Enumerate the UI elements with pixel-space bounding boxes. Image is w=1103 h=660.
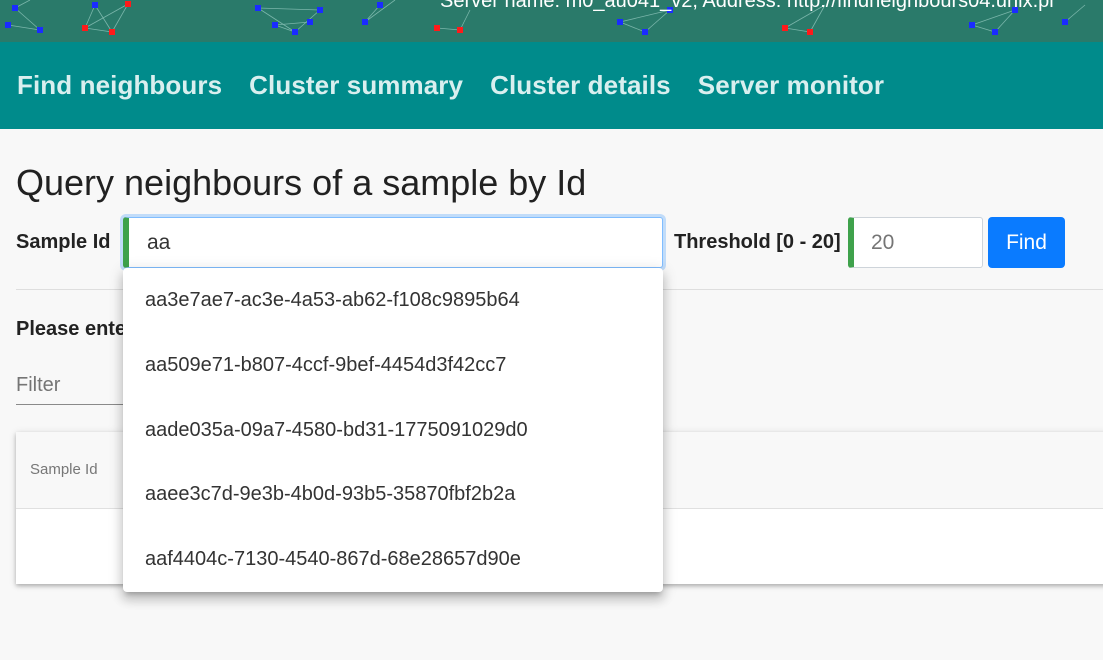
threshold-label: Threshold [0 - 20]	[674, 231, 841, 253]
instruction-text: Please ente	[16, 318, 126, 340]
nav-cluster-details[interactable]: Cluster details	[490, 70, 671, 101]
threshold-input[interactable]	[854, 218, 982, 267]
main-navbar: Find neighbours Cluster summary Cluster …	[0, 42, 1103, 129]
autocomplete-option[interactable]: aa509e71-b807-4ccf-9bef-4454d3f42cc7	[123, 333, 663, 398]
page-title: Query neighbours of a sample by Id	[16, 162, 587, 203]
filter-field[interactable]	[16, 366, 136, 405]
threshold-field[interactable]	[848, 217, 983, 268]
autocomplete-dropdown: aa3e7ae7-ac3e-4a53-ab62-f108c9895b64 aa5…	[123, 268, 663, 592]
autocomplete-option[interactable]: aa3e7ae7-ac3e-4a53-ab62-f108c9895b64	[123, 268, 663, 333]
sample-id-label: Sample Id	[16, 231, 111, 253]
server-info-text: Server name: m0_au041_v2, Address: http:…	[440, 0, 1054, 12]
filter-input[interactable]	[16, 366, 136, 404]
sample-id-input[interactable]	[129, 218, 662, 267]
top-banner: Server name: m0_au041_v2, Address: http:…	[0, 0, 1103, 42]
autocomplete-option[interactable]: aaf4404c-7130-4540-867d-68e28657d90e	[123, 527, 663, 592]
find-button[interactable]: Find	[988, 217, 1065, 268]
nav-server-monitor[interactable]: Server monitor	[698, 70, 884, 101]
sample-id-field[interactable]	[123, 217, 663, 268]
nav-cluster-summary[interactable]: Cluster summary	[249, 70, 463, 101]
nav-find-neighbours[interactable]: Find neighbours	[17, 70, 222, 101]
autocomplete-option[interactable]: aaee3c7d-9e3b-4b0d-93b5-35870fbf2b2a	[123, 462, 663, 527]
autocomplete-option[interactable]: aade035a-09a7-4580-bd31-1775091029d0	[123, 398, 663, 463]
column-header-sample-id[interactable]: Sample Id	[30, 461, 98, 478]
